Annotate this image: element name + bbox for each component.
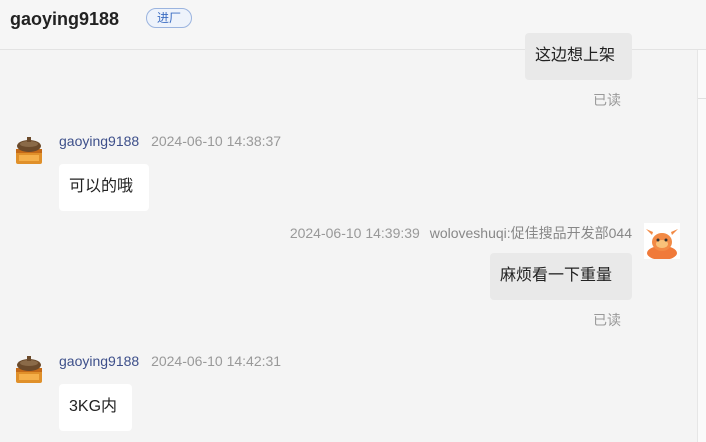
orange-mascot-icon[interactable] <box>644 223 680 260</box>
message-meta: 2024-06-10 14:39:39 woloveshuqi:促佳搜品开发部0… <box>290 223 632 243</box>
sender-name[interactable]: woloveshuqi:促佳搜品开发部044 <box>430 225 632 241</box>
status-badge[interactable]: 进厂 <box>146 8 193 28</box>
message-text: 3KG内 <box>69 398 118 415</box>
message-meta: gaoying9188 2024-06-10 14:38:37 <box>59 133 281 149</box>
message-time: 2024-06-10 14:42:31 <box>151 353 282 369</box>
message-text: 麻烦看一下重量 <box>500 267 613 284</box>
read-receipt: 已读 <box>593 312 621 328</box>
message-bubble-incoming: 可以的哦 <box>59 164 149 211</box>
message-bubble-incoming: 3KG内 <box>59 384 132 431</box>
read-receipt: 已读 <box>593 92 621 108</box>
message-time: 2024-06-10 14:39:39 <box>289 225 420 241</box>
message-text: 这边想上架 <box>535 47 616 64</box>
sender-name[interactable]: gaoying9188 <box>59 353 139 369</box>
treasure-chest-icon[interactable] <box>11 352 47 388</box>
message-meta: gaoying9188 2024-06-10 14:42:31 <box>59 353 281 369</box>
message-bubble-outgoing: 这边想上架 <box>525 33 632 80</box>
message-time: 2024-06-10 14:38:37 <box>151 133 282 149</box>
message-bubble-outgoing: 麻烦看一下重量 <box>490 253 632 300</box>
right-panel-edge <box>697 50 706 442</box>
sender-name[interactable]: gaoying9188 <box>59 133 139 149</box>
treasure-chest-icon[interactable] <box>11 133 47 169</box>
contact-name[interactable]: gaoying9188 <box>10 9 119 30</box>
message-text: 可以的哦 <box>69 178 134 195</box>
